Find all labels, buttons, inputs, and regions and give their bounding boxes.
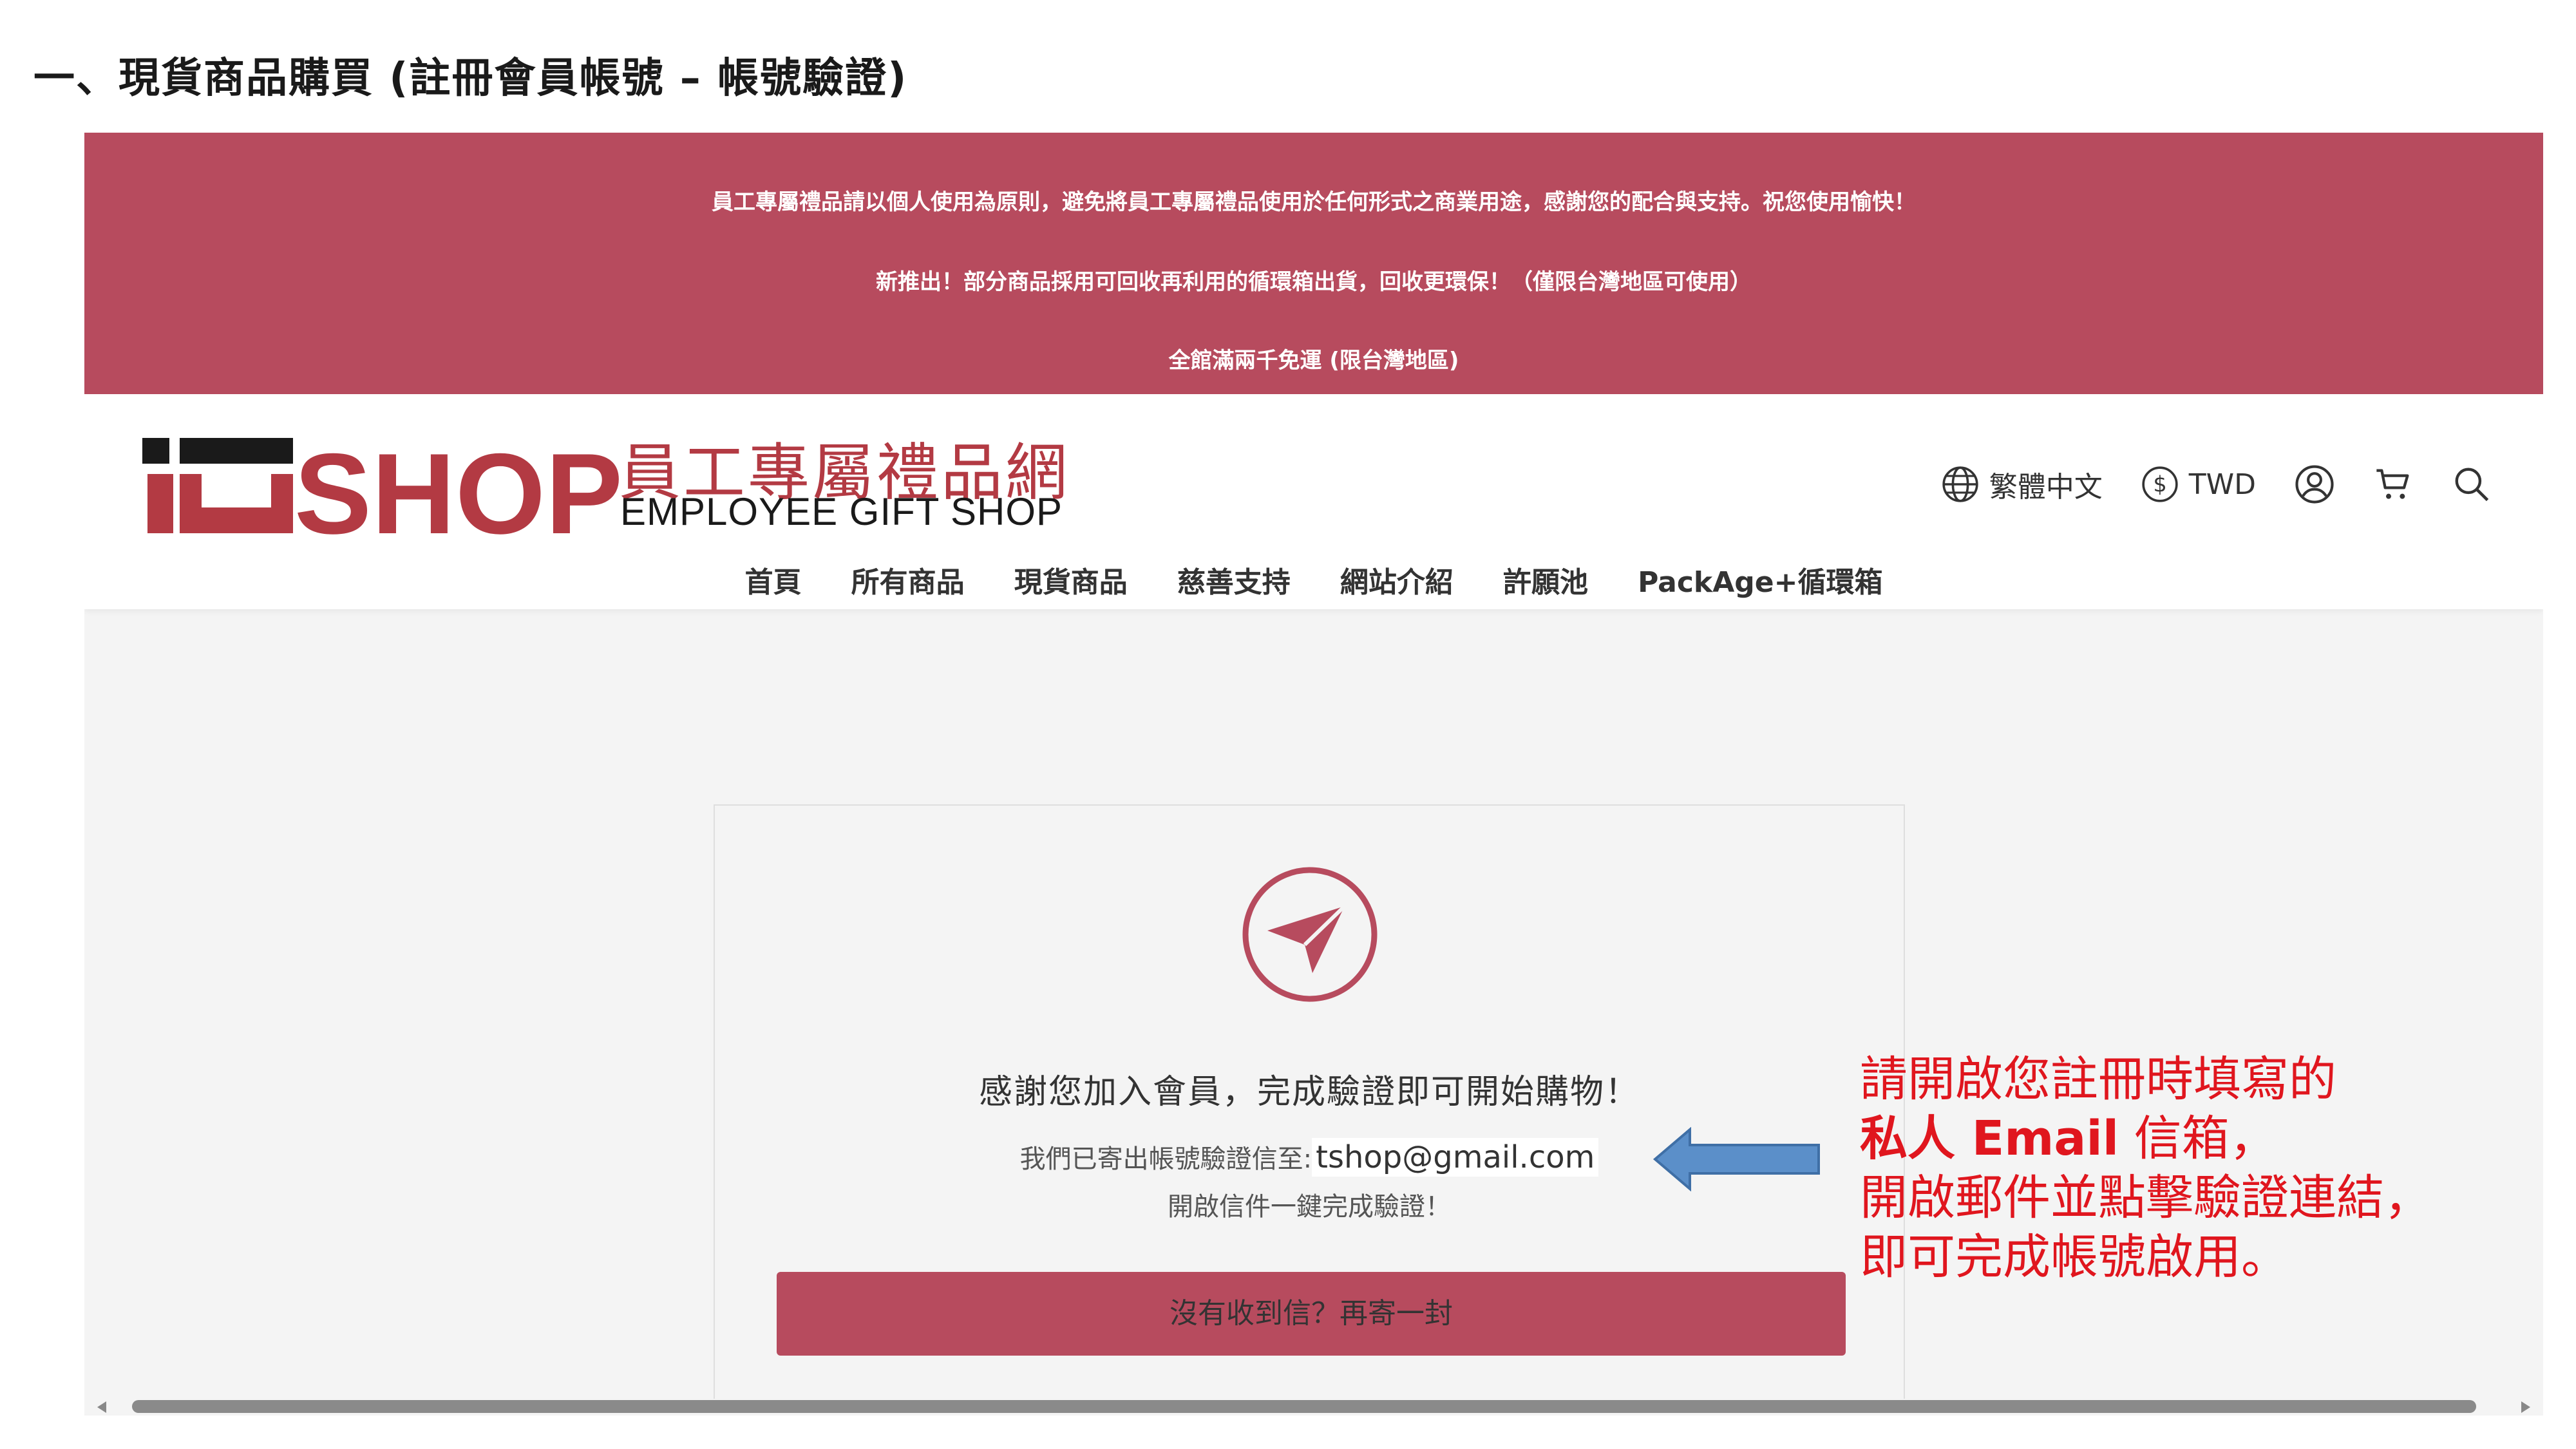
announcement-2: 新推出！部分商品採用可回收再利用的循環箱出貨，回收更環保！（僅限台灣地區可使用） — [876, 269, 1752, 295]
document-heading: 一、現貨商品購買 (註冊會員帳號 – 帳號驗證) — [33, 55, 908, 102]
nav-in-stock[interactable]: 現貨商品 — [1014, 559, 1128, 600]
verification-title: 感謝您加入會員，完成驗證即可開始購物！ — [978, 1073, 1640, 1112]
cart-icon — [2376, 469, 2409, 499]
announcement-bar: 員工專屬禮品請以個人使用為原則，避免將員工專屬禮品使用於任何形式之商業用途，感謝… — [84, 133, 2543, 394]
account-button[interactable] — [2293, 463, 2336, 506]
currency-selector[interactable]: $ TWD — [2140, 464, 2256, 504]
annotation-callout: 請開啟您註冊時填寫的 私人 Email 信箱， 開啟郵件並點擊驗證連結， 即可完… — [1860, 1050, 2432, 1287]
scroll-left-arrow-icon[interactable] — [97, 1401, 106, 1413]
scrollbar-thumb[interactable] — [132, 1400, 2476, 1413]
user-icon — [2295, 465, 2334, 504]
verification-card: 感謝您加入會員，完成驗證即可開始購物！ 我們已寄出帳號驗證信至: tshop@gm… — [714, 804, 1905, 1416]
nav-home[interactable]: 首頁 — [745, 559, 802, 600]
logo-english-title: EMPLOYEE GIFT SHOP — [620, 490, 1063, 533]
nav-all-products[interactable]: 所有商品 — [851, 559, 965, 600]
language-label: 繁體中文 — [1989, 471, 2103, 504]
logo-shop-text: SHOP — [294, 430, 623, 544]
nav-package[interactable]: PackAge+循環箱 — [1638, 559, 1882, 600]
annotation-arrow-icon — [1653, 1127, 1820, 1191]
site-header: SHOP 員工專屬禮品網 EMPLOYEE GIFT SHOP 繁體中文 $ T… — [84, 394, 2543, 609]
announcement-1: 員工專屬禮品請以個人使用為原則，避免將員工專屬禮品使用於任何形式之商業用途，感謝… — [712, 189, 1916, 215]
announcement-3: 全館滿兩千免運 (限台灣地區) — [1168, 348, 1459, 374]
search-icon — [2455, 468, 2489, 502]
nav-about[interactable]: 網站介紹 — [1340, 559, 1454, 600]
annotation-line-4: 即可完成帳號啟用。 — [1860, 1229, 2289, 1285]
currency-label: TWD — [2188, 468, 2256, 501]
shop-logo[interactable]: SHOP — [142, 428, 670, 544]
nav-wishlist[interactable]: 許願池 — [1503, 559, 1588, 600]
svg-text:$: $ — [2153, 472, 2166, 497]
cart-button[interactable] — [2373, 464, 2414, 505]
sent-prefix: 我們已寄出帳號驗證信至: — [1019, 1144, 1312, 1174]
main-nav: 首頁 所有商品 現貨商品 慈善支持 網站介紹 許願池 PackAge+循環箱 — [84, 559, 2543, 600]
resend-verification-button[interactable]: 沒有收到信？再寄一封 — [777, 1272, 1846, 1356]
annotation-line-1: 請開啟您註冊時填寫的 — [1860, 1052, 2336, 1107]
nav-charity[interactable]: 慈善支持 — [1177, 559, 1291, 600]
scroll-right-arrow-icon[interactable] — [2521, 1401, 2530, 1413]
horizontal-scrollbar[interactable] — [84, 1399, 2543, 1416]
annotation-line-2: 私人 Email 信箱， — [1860, 1109, 2432, 1168]
annotation-line-2-rest: 信箱， — [2119, 1111, 2277, 1166]
search-button[interactable] — [2452, 464, 2492, 504]
annotation-line-3: 開啟郵件並點擊驗證連結， — [1860, 1170, 2432, 1226]
annotation-email-emphasis: 私人 Email — [1860, 1111, 2119, 1166]
globe-icon — [1942, 466, 1978, 502]
paper-plane-icon — [1242, 867, 1378, 1002]
registered-email: tshop@gmail.com — [1312, 1138, 1599, 1177]
dollar-circle-icon: $ — [2142, 466, 2178, 502]
header-tools: 繁體中文 $ TWD — [1903, 459, 2492, 510]
language-selector[interactable]: 繁體中文 — [1940, 464, 2103, 505]
